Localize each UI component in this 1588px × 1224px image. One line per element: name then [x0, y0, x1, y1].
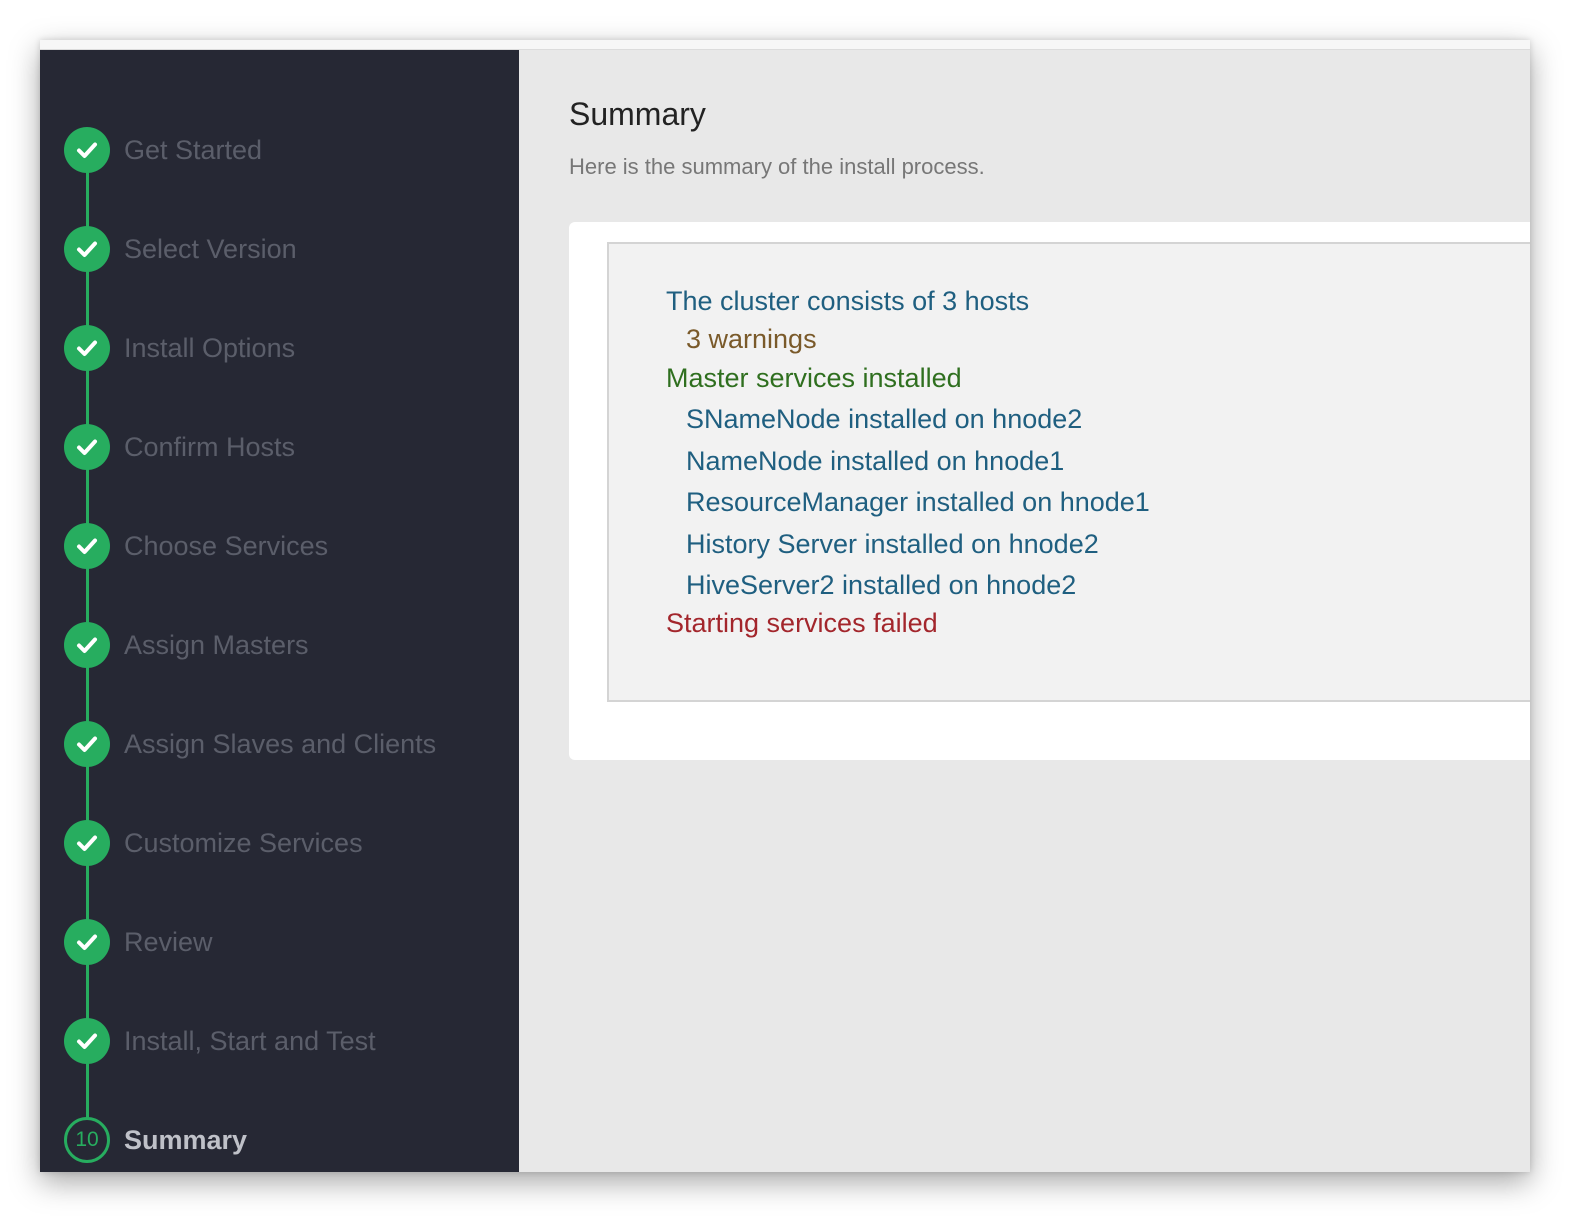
step-label: Select Version: [124, 233, 297, 264]
step-number-badge: 10: [64, 1117, 110, 1163]
check-circle-icon: [64, 820, 110, 866]
step-choose-services[interactable]: Choose Services: [64, 522, 328, 570]
service-install-item: SNameNode installed on hnode2: [686, 404, 1083, 434]
check-circle-icon: [64, 721, 110, 767]
step-label: Install Options: [124, 332, 296, 363]
service-install-item: History Server installed on hnode2: [686, 529, 1099, 559]
summary-card: The cluster consists of 3 hosts 3 warnin…: [569, 222, 1530, 760]
summary-log: The cluster consists of 3 hosts 3 warnin…: [607, 242, 1530, 702]
check-circle-icon: [64, 424, 110, 470]
step-summary[interactable]: 10 Summary: [64, 1116, 247, 1164]
page-subtitle: Here is the summary of the install proce…: [569, 154, 985, 179]
step-label: Summary: [124, 1124, 248, 1155]
window-top-bar: [40, 40, 1530, 50]
step-label: Assign Masters: [124, 629, 309, 660]
start-services-failed: Starting services failed: [666, 608, 938, 638]
check-circle-icon: [64, 919, 110, 965]
check-circle-icon: [64, 523, 110, 569]
page-title: Summary: [569, 96, 706, 132]
step-get-started[interactable]: Get Started: [64, 126, 262, 174]
check-circle-icon: [64, 325, 110, 371]
check-circle-icon: [64, 226, 110, 272]
step-install-options[interactable]: Install Options: [64, 324, 295, 372]
cluster-info: The cluster consists of 3 hosts: [666, 286, 1030, 316]
warnings-link[interactable]: 3 warnings: [686, 324, 817, 355]
step-assign-masters[interactable]: Assign Masters: [64, 621, 309, 669]
step-review[interactable]: Review: [64, 918, 213, 966]
step-label: Customize Services: [124, 827, 363, 858]
check-circle-icon: [64, 622, 110, 668]
check-circle-icon: [64, 127, 110, 173]
wizard-sidebar: Get Started Select Version Install Optio…: [40, 50, 519, 1172]
service-install-item: NameNode installed on hnode1: [686, 446, 1065, 476]
step-label: Confirm Hosts: [124, 431, 296, 462]
installer-window: Get Started Select Version Install Optio…: [40, 40, 1530, 1172]
step-confirm-hosts[interactable]: Confirm Hosts: [64, 423, 295, 471]
step-label: Choose Services: [124, 530, 329, 561]
step-select-version[interactable]: Select Version: [64, 225, 297, 273]
step-label: Review: [124, 926, 213, 957]
step-install-start-test[interactable]: Install, Start and Test: [64, 1017, 376, 1065]
step-assign-slaves-clients[interactable]: Assign Slaves and Clients: [64, 720, 436, 768]
master-services-status: Master services installed: [666, 363, 962, 393]
step-customize-services[interactable]: Customize Services: [64, 819, 363, 867]
service-install-item: HiveServer2 installed on hnode2: [686, 570, 1077, 600]
service-install-item: ResourceManager installed on hnode1: [686, 487, 1150, 517]
check-circle-icon: [64, 1018, 110, 1064]
step-label: Get Started: [124, 134, 263, 165]
main-content: Summary Here is the summary of the insta…: [519, 50, 1530, 1172]
step-label: Install, Start and Test: [124, 1025, 376, 1056]
step-label: Assign Slaves and Clients: [124, 728, 437, 759]
